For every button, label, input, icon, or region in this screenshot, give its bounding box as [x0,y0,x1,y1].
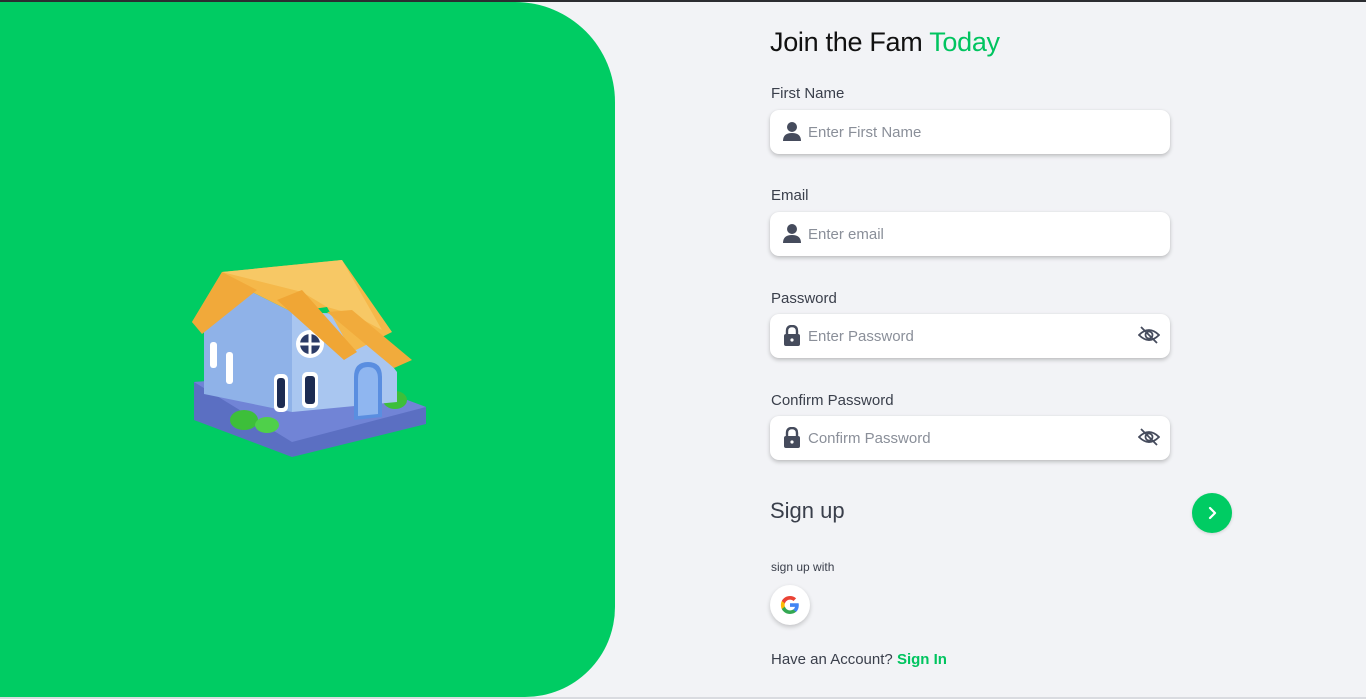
hero-panel [0,2,615,697]
email-field [770,212,1170,256]
email-label: Email [771,187,809,204]
have-account-text: Have an Account? Sign In [771,651,947,668]
eye-off-icon[interactable] [1138,325,1160,345]
signup-with-label: sign up with [771,560,835,574]
chevron-right-icon [1208,506,1217,520]
confirm-password-input[interactable] [808,416,1128,460]
first-name-input[interactable] [808,110,1128,154]
eye-off-icon[interactable] [1138,427,1160,447]
lock-icon [784,325,800,346]
user-icon [783,122,801,141]
password-input[interactable] [808,314,1128,358]
user-icon [783,224,801,243]
sign-in-link[interactable]: Sign In [897,651,947,668]
google-icon [780,596,799,614]
email-input[interactable] [808,212,1128,256]
house-illustration [192,260,426,457]
signup-button[interactable] [1192,493,1232,533]
first-name-field [770,110,1170,154]
password-label: Password [771,290,837,307]
confirm-password-field [770,416,1170,460]
first-name-label: First Name [771,85,845,102]
title-accent: Today [929,27,1000,57]
page-title: Join the Fam Today [770,27,1000,57]
confirm-password-label: Confirm Password [771,392,894,409]
lock-icon [784,427,800,448]
google-signup-button[interactable] [770,585,810,625]
password-field [770,314,1170,358]
signup-label: Sign up [770,498,845,523]
